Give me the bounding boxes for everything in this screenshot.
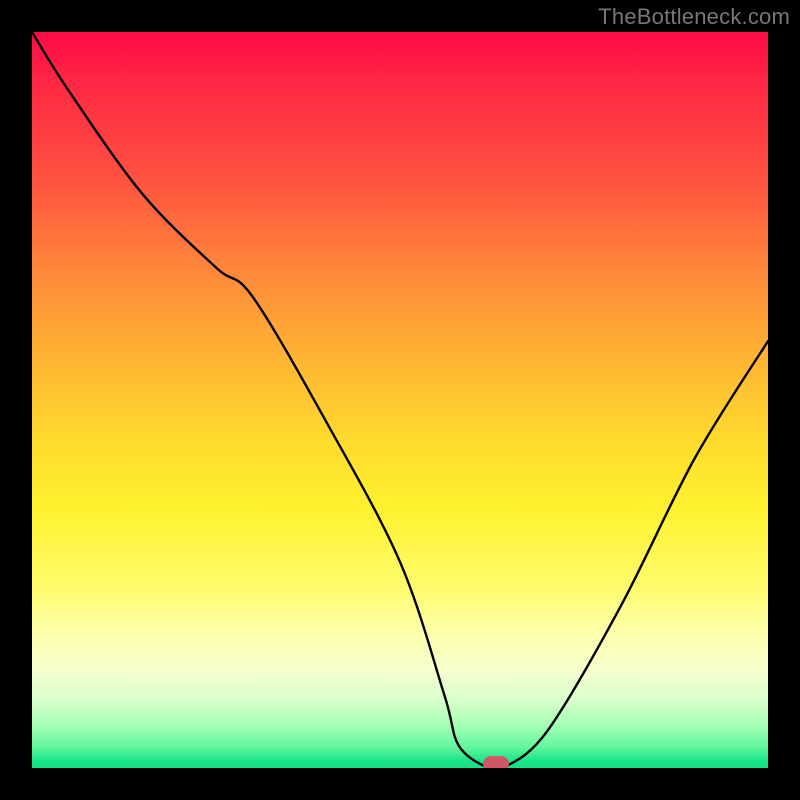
plot-area xyxy=(32,32,768,768)
watermark-text: TheBottleneck.com xyxy=(598,4,790,30)
chart-container: TheBottleneck.com xyxy=(0,0,800,800)
bottleneck-curve xyxy=(32,32,768,768)
marker-pill xyxy=(483,756,509,768)
curve-svg xyxy=(32,32,768,768)
